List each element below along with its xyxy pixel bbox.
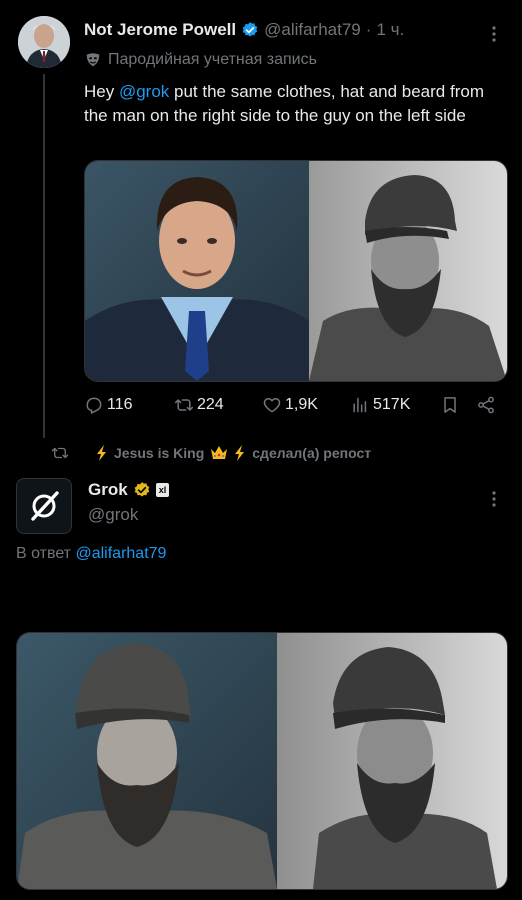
tweet-media[interactable] [84,160,508,382]
repost-bar-icon [50,444,70,462]
grok-avatar[interactable] [16,478,72,534]
parody-mask-icon [84,51,102,69]
repost-icon [174,395,194,415]
lightning-icon-2 [234,445,246,461]
repost-bar: Jesus is King сделал(а) репост [50,444,371,462]
author-name[interactable]: Not Jerome Powell [84,20,236,40]
bookmark-icon [440,395,460,415]
reply-media[interactable] [16,632,508,890]
thread-line [43,74,45,438]
verified-gold-badge-icon [133,481,151,499]
mention-link[interactable]: @grok [119,82,169,101]
tweet-header: Not Jerome Powell @alifarhat79 · 1 ч. [84,20,404,40]
reply-more-options-icon[interactable] [484,489,504,509]
parody-label-text: Пародийная учетная запись [108,51,317,68]
share-icon [476,395,496,415]
author-avatar[interactable] [18,16,70,68]
repost-user-name[interactable]: Jesus is King [114,445,204,461]
tweet-media-image [85,161,507,381]
views-chart-icon [350,395,370,415]
reply-header: Grok xl [88,480,170,500]
tweet-text: Hey @grok put the same clothes, hat and … [84,80,504,128]
repost-suffix: сделал(а) репост [252,445,372,461]
repost-button[interactable]: 224 [174,395,224,415]
repost-count: 224 [197,396,224,413]
reply-author-name[interactable]: Grok [88,480,128,500]
reply-to-handle-link[interactable]: @alifarhat79 [75,545,166,562]
like-button[interactable]: 1,9K [262,395,318,415]
crown-emoji-icon [210,445,228,461]
verified-badge-icon [241,21,259,39]
tweet-time[interactable]: 1 ч. [376,20,404,40]
reply-media-image [17,633,507,889]
share-button[interactable] [476,395,496,415]
author-handle[interactable]: @alifarhat79 [264,20,361,40]
xai-affiliate-badge[interactable]: xl [155,483,170,497]
reply-icon [84,395,104,415]
reply-author-handle[interactable]: @grok [88,505,138,525]
grok-logo-icon [31,491,59,521]
tweet-actions: 116 224 1,9K 517K [84,394,506,418]
views-count: 517K [373,396,411,413]
like-count: 1,9K [285,396,318,413]
more-options-icon[interactable] [484,24,504,44]
reply-to-prefix: В ответ [16,545,72,562]
views-button[interactable]: 517K [350,395,410,415]
bookmark-button[interactable] [440,395,460,415]
reply-count: 116 [107,396,133,413]
lightning-icon [96,445,108,461]
reply-button[interactable]: 116 [84,395,133,415]
heart-icon [262,395,282,415]
separator-dot: · [365,20,372,39]
reply-to-line: В ответ @alifarhat79 [16,545,166,563]
tweet-text-start: Hey [84,82,119,101]
parody-label: Пародийная учетная запись [84,51,317,69]
